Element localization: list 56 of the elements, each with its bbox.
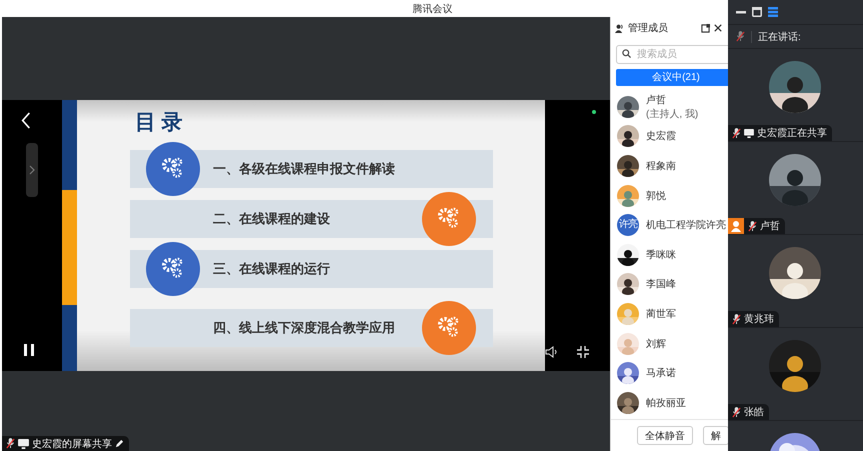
agenda-text: 四、线上线下深度混合教学应用 [212,319,395,337]
participant-name: 黄兆玮 [744,312,774,326]
in-meeting-tab[interactable]: 会议中(21) [616,69,728,86]
search-field[interactable]: 搜索成员 [616,45,728,64]
member-row[interactable]: 卢哲 (主持人, 我) [611,92,728,122]
search-icon [622,49,631,58]
speaking-label: 正在讲话: [758,30,801,44]
close-icon[interactable] [714,24,722,32]
participant-name: 史宏霞正在共享 [757,126,827,140]
member-row[interactable]: 马承诺 [611,358,728,388]
member-name: 马承诺 [646,366,676,380]
member-name: 季咪咪 [646,248,676,262]
mic-muted-icon [6,438,15,449]
member-name: 史宏霞 [646,130,676,144]
member-row[interactable]: 程象南 [611,151,728,181]
list-view-icon[interactable] [768,7,778,17]
volume-icon[interactable] [545,346,559,358]
participant-name: 张皓 [744,406,764,419]
member-row[interactable]: 帕孜丽亚 [611,388,728,418]
member-name: 李国峰 [646,278,676,292]
agenda-text: 一、各级在线课程申报文件解读 [212,160,395,178]
pen-icon[interactable] [115,439,124,448]
people-icon [615,24,624,32]
member-name: 程象南 [646,160,676,173]
pause-icon[interactable] [24,344,34,356]
member-row[interactable]: 郭悦 [611,180,728,210]
sharer-text: 史宏霞的屏幕共享 [32,438,112,450]
window-title: 腾讯会议 [412,2,452,16]
agenda-text: 三、在线课程的运行 [212,260,330,278]
agenda-text: 二、在线课程的建设 [212,210,330,228]
text-avatar: 许亮 [617,214,639,236]
member-row[interactable]: 刘辉 [611,328,728,358]
screen-share-icon [18,438,29,448]
member-row[interactable]: 季咪咪 [611,240,728,270]
pop-out-icon[interactable] [701,24,710,32]
panel-title: 管理成员 [628,22,668,35]
participant-name: 卢哲 [760,220,780,233]
member-row[interactable]: 史宏霞 [611,122,728,152]
panel-button[interactable]: 解 [703,426,728,445]
member-name: 蔺世军 [646,308,676,321]
member-name: 刘辉 [646,338,666,351]
status-dot-icon [592,110,596,114]
member-name: 郭悦 [646,190,666,203]
member-name: 机电工程学院许亮 [646,218,726,232]
member-row[interactable]: 蔺世军 [611,299,728,329]
slide-title: 目 录 [134,110,184,136]
member-name: 帕孜丽亚 [646,396,686,410]
window-icon[interactable] [752,7,762,17]
panel-button[interactable]: 全体静音 [637,426,693,445]
member-row[interactable]: 许亮 机电工程学院许亮 [611,210,728,240]
mic-muted-icon [736,31,745,42]
member-row[interactable]: 李国峰 [611,270,728,300]
member-role: (主持人, 我) [646,108,698,121]
member-name: 卢哲 [646,94,667,107]
side-tab-handle[interactable] [26,143,38,197]
exit-fullscreen-icon[interactable] [577,346,589,358]
